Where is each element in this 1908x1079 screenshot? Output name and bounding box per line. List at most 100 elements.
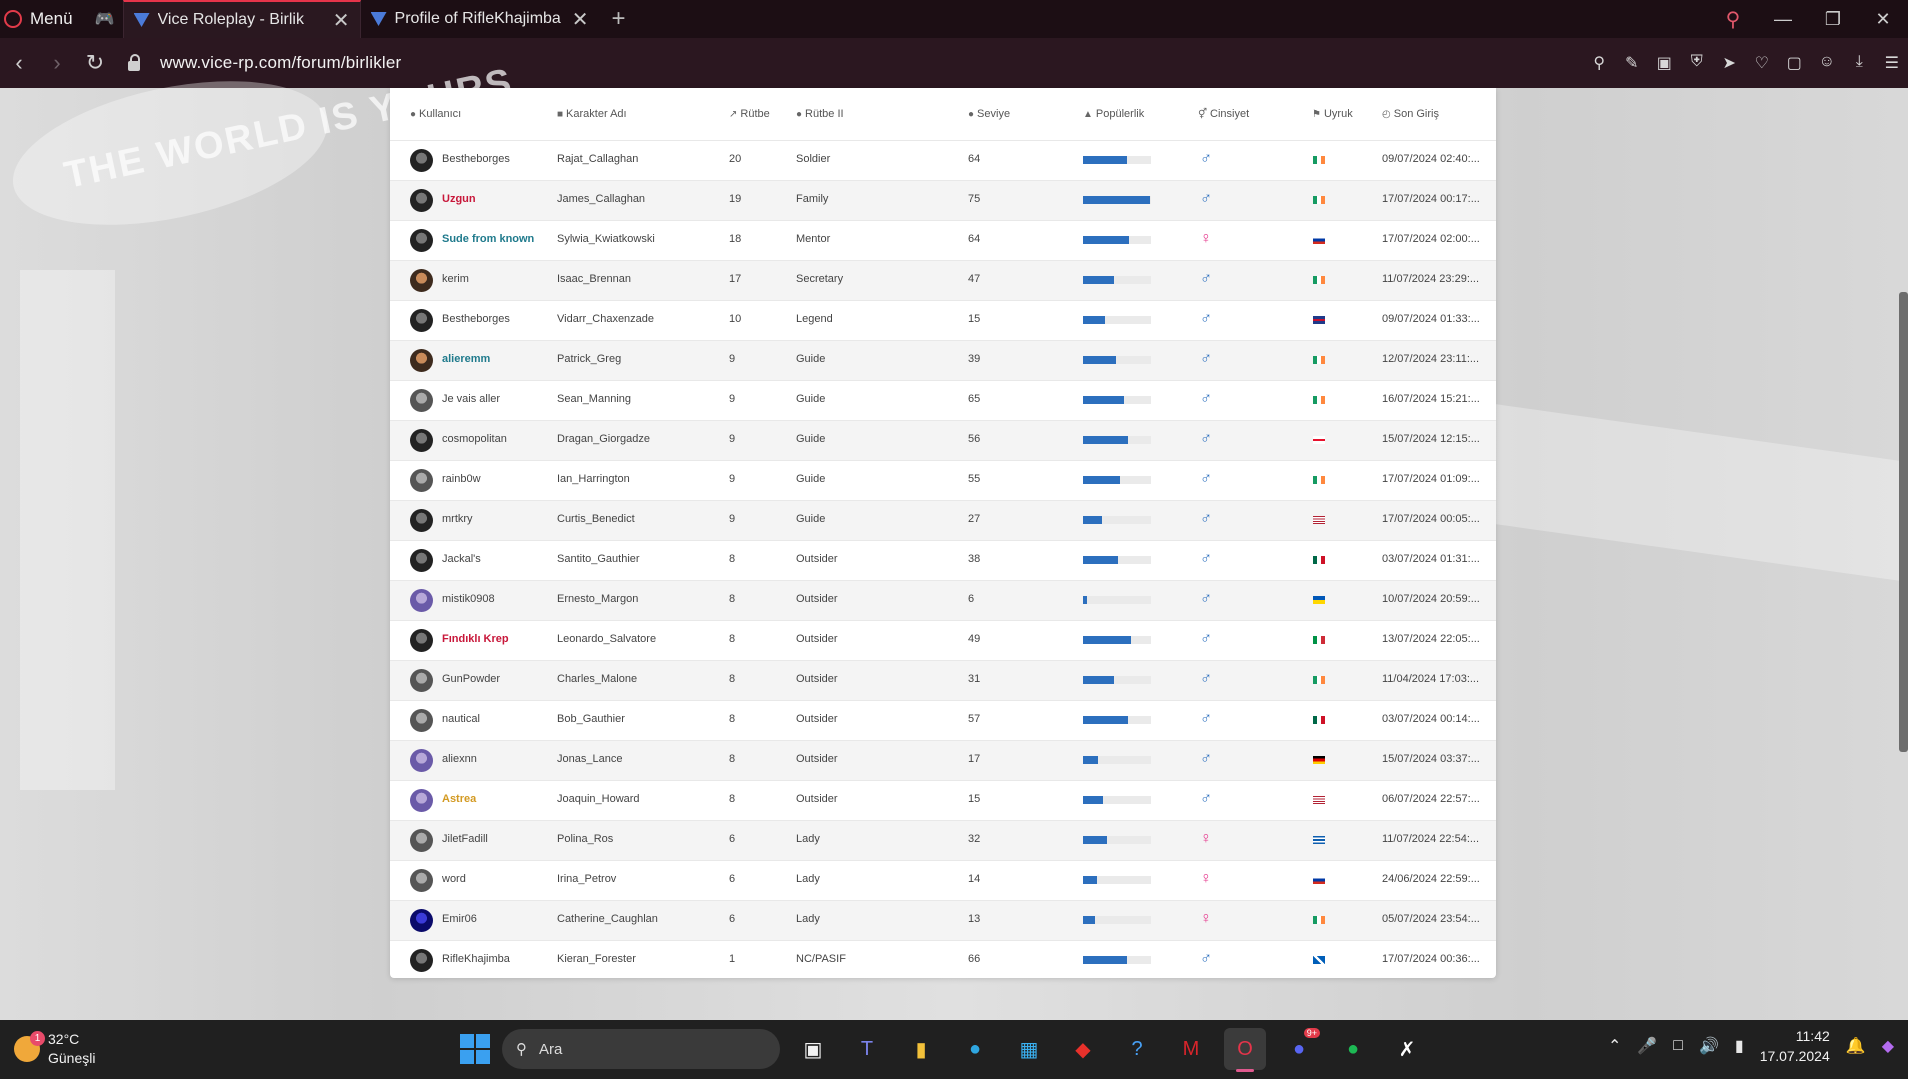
task-view-icon[interactable]: ▣ (792, 1028, 834, 1070)
avatar[interactable] (410, 709, 433, 732)
table-row[interactable]: Uzgun James_Callaghan 19 Family 75 ♂ 17/07/202… (390, 180, 1496, 220)
network-icon[interactable]: □ (1673, 1037, 1683, 1055)
red-app-icon[interactable]: ◆ (1062, 1028, 1104, 1070)
username-link[interactable]: Emir06 (442, 913, 477, 925)
table-row[interactable]: GunPowder Charles_Malone 8 Outsider 31 ♂ 11/04… (390, 660, 1496, 700)
column-header-nationality[interactable]: ⚑ Uyruk (1312, 108, 1353, 120)
username-link[interactable]: nautical (442, 713, 480, 725)
chevron-up-icon[interactable]: ⌃ (1608, 1036, 1621, 1056)
discord-icon[interactable]: ● 9+ (1278, 1028, 1320, 1070)
avatar[interactable] (410, 509, 433, 532)
tab-profile[interactable]: Profile of RifleKhajimba ✕ (361, 0, 599, 38)
username-link[interactable]: Je vais aller (442, 393, 500, 405)
table-row[interactable]: Jackal's Santito_Gauthier 8 Outsider 38 ♂ 03/0… (390, 540, 1496, 580)
table-row[interactable]: cosmopolitan Dragan_Giorgadze 9 Guide 56 ♂ 15/… (390, 420, 1496, 460)
table-row[interactable]: RifleKhajimba Kieran_Forester 1 NC/PASIF 66 ♂… (390, 940, 1496, 980)
microphone-icon[interactable]: 🎤 (1637, 1036, 1657, 1056)
avatar[interactable] (410, 829, 433, 852)
avatar[interactable] (410, 949, 433, 972)
username-link[interactable]: cosmopolitan (442, 433, 507, 445)
username-link[interactable]: mistik0908 (442, 593, 495, 605)
avatar[interactable] (410, 389, 433, 412)
username-link[interactable]: GunPowder (442, 673, 500, 685)
table-row[interactable]: mrtkry Curtis_Benedict 9 Guide 27 ♂ 17/07/2024… (390, 500, 1496, 540)
avatar[interactable] (410, 309, 433, 332)
table-row[interactable]: Fındıklı Krep Leonardo_Salvatore 8 Outsider… (390, 620, 1496, 660)
table-row[interactable]: Je vais aller Sean_Manning 9 Guide 65 ♂ 16/07/… (390, 380, 1496, 420)
tab-vice-roleplay[interactable]: Vice Roleplay - Birlik ✕ (122, 0, 361, 38)
avatar[interactable] (410, 909, 433, 932)
username-link[interactable]: Sude from known (442, 233, 534, 245)
table-row[interactable]: word Irina_Petrov 6 Lady 14 ♀ 24/06/2024 22:59… (390, 860, 1496, 900)
table-row[interactable]: Bestheborges Vidarr_Chaxenzade 10 Legend 15 ♂… (390, 300, 1496, 340)
reload-icon[interactable]: ↻ (76, 50, 114, 76)
username-link[interactable]: alieremm (442, 353, 490, 365)
capcut-icon[interactable]: ✗ (1386, 1028, 1428, 1070)
help-icon[interactable]: ? (1116, 1028, 1158, 1070)
store-icon[interactable]: ▦ (1008, 1028, 1050, 1070)
column-header-user[interactable]: ● Kullanıcı (410, 108, 461, 120)
teams-icon[interactable]: T (846, 1028, 888, 1070)
username-link[interactable]: Jackal's (442, 553, 481, 565)
opera-taskbar-icon[interactable]: O (1224, 1028, 1266, 1072)
username-link[interactable]: mrtkry (442, 513, 473, 525)
avatar[interactable] (410, 749, 433, 772)
avatar[interactable] (410, 149, 433, 172)
profile-icon[interactable]: ☺ (1811, 53, 1844, 73)
column-header-rank[interactable]: ↗ Rütbe (729, 108, 770, 120)
new-tab-button[interactable]: + (599, 0, 639, 38)
weather-widget[interactable]: 1 32°C Güneşli (14, 1030, 95, 1068)
column-header-gender[interactable]: ⚥ Cinsiyet (1198, 108, 1249, 120)
column-header-level[interactable]: ● Seviye (968, 108, 1010, 120)
windows-start-icon[interactable] (460, 1034, 490, 1064)
back-icon[interactable]: ‹ (0, 50, 38, 76)
column-header-last-login[interactable]: ◴ Son Giriş (1382, 108, 1439, 120)
table-row[interactable]: Bestheborges Rajat_Callaghan 20 Soldier 64 ♂ 0… (390, 140, 1496, 180)
username-link[interactable]: Uzgun (442, 193, 476, 205)
username-link[interactable]: Astrea (442, 793, 476, 805)
username-link[interactable]: rainb0w (442, 473, 481, 485)
username-link[interactable]: JiletFadill (442, 833, 488, 845)
minimize-icon[interactable]: — (1758, 9, 1808, 30)
avatar[interactable] (410, 629, 433, 652)
username-link[interactable]: RifleKhajimba (442, 953, 510, 965)
close-window-icon[interactable]: ✕ (1858, 9, 1908, 30)
table-row[interactable]: mistik0908 Ernesto_Margon 8 Outsider 6 ♂ 10/07… (390, 580, 1496, 620)
page-scrollbar[interactable] (1899, 292, 1908, 752)
table-row[interactable]: alieremm Patrick_Greg 9 Guide 39 ♂ 12/07/2024 … (390, 340, 1496, 380)
table-row[interactable]: nautical Bob_Gauthier 8 Outsider 57 ♂ 03/07/20… (390, 700, 1496, 740)
opera-menu-button[interactable]: Menü (0, 0, 87, 38)
username-link[interactable]: Bestheborges (442, 153, 510, 165)
avatar[interactable] (410, 189, 433, 212)
clock[interactable]: 11:42 17.07.2024 (1760, 1026, 1830, 1066)
restore-icon[interactable]: ❐ (1808, 9, 1858, 30)
table-row[interactable]: Astrea Joaquin_Howard 8 Outsider 15 ♂ 06/07/20… (390, 780, 1496, 820)
avatar[interactable] (410, 669, 433, 692)
avatar[interactable] (410, 869, 433, 892)
download-icon[interactable]: ⤓ (1843, 53, 1876, 73)
copilot-icon[interactable]: ◆ (1882, 1036, 1894, 1056)
username-link[interactable]: aliexnn (442, 753, 477, 765)
spotify-icon[interactable]: ● (1332, 1028, 1374, 1070)
username-link[interactable]: Fındıklı Krep (442, 633, 509, 645)
table-row[interactable]: kerim Isaac_Brennan 17 Secretary 47 ♂ 11/07/20… (390, 260, 1496, 300)
column-header-rank-2[interactable]: ● Rütbe II (796, 108, 844, 120)
volume-icon[interactable]: 🔊 (1699, 1036, 1719, 1056)
easy-setup-icon[interactable]: ☰ (1876, 53, 1908, 73)
table-row[interactable]: Sude from known Sylwia_Kwiatkowski 18 Mento… (390, 220, 1496, 260)
avatar[interactable] (410, 269, 433, 292)
cube-icon[interactable]: ▢ (1778, 53, 1811, 73)
taskbar-search-box[interactable]: ⚲ Ara (502, 1029, 780, 1069)
column-header-character[interactable]: ■ Karakter Adı (557, 108, 627, 120)
notifications-icon[interactable]: 🔔 (1846, 1036, 1866, 1056)
gamepad-icon[interactable]: 🎮 (87, 0, 123, 38)
table-row[interactable]: JiletFadill Polina_Ros 6 Lady 32 ♀ 11/07/2024 … (390, 820, 1496, 860)
search-tabs-icon[interactable]: ⚲ (1708, 7, 1758, 32)
edge-icon[interactable]: ● (954, 1028, 996, 1070)
close-icon[interactable]: ✕ (333, 8, 350, 33)
avatar[interactable] (410, 589, 433, 612)
avatar[interactable] (410, 469, 433, 492)
battery-icon[interactable]: ▮ (1735, 1036, 1744, 1056)
column-header-popularity[interactable]: ▲ Popülerlik (1083, 108, 1144, 120)
forward-icon[interactable]: › (38, 50, 76, 76)
